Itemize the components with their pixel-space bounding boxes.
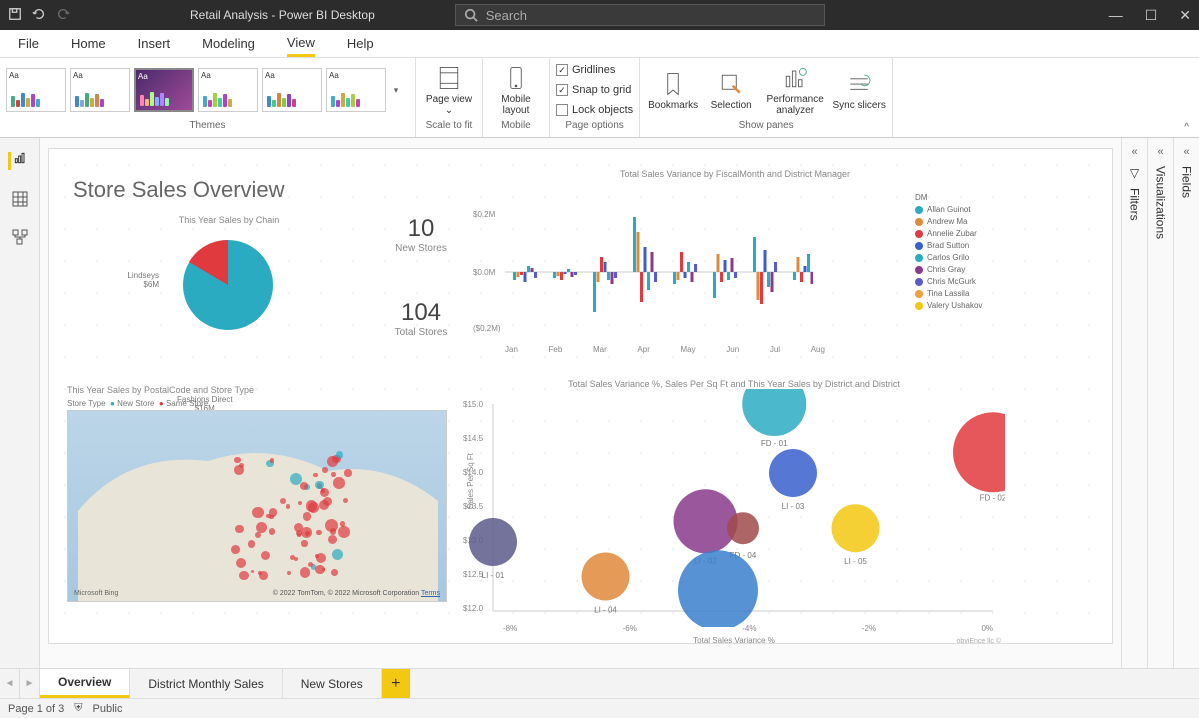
report-page: Store Sales Overview This Year Sales by … [48, 148, 1113, 644]
maximize-button[interactable]: ☐ [1145, 7, 1158, 24]
title-bar: Retail Analysis - Power BI Desktop Searc… [0, 0, 1199, 30]
workspace: Store Sales Overview This Year Sales by … [0, 138, 1199, 668]
svg-text:LI - 03: LI - 03 [782, 502, 805, 511]
app-title: Retail Analysis - Power BI Desktop [190, 8, 375, 22]
redo-icon[interactable] [56, 7, 70, 24]
svg-text:LI - 01: LI - 01 [482, 571, 505, 580]
svg-text:LI - 05: LI - 05 [844, 557, 867, 566]
page-tabs: ◄ ► Overview District Monthly Sales New … [0, 668, 1199, 698]
menu-bar: File Home Insert Modeling View Help [0, 30, 1199, 58]
mobile-layout-button[interactable]: Mobile layout [489, 64, 543, 116]
svg-text:$12.0: $12.0 [463, 604, 484, 613]
dm-legend: DM Allan GuinotAndrew MaAnnelie ZubarBra… [915, 193, 1005, 313]
collapse-ribbon-button[interactable]: ^ [1174, 118, 1199, 137]
svg-text:($0.2M): ($0.2M) [473, 324, 501, 333]
performance-button[interactable]: Performance analyzer [762, 64, 828, 116]
left-nav-rail [0, 138, 40, 668]
report-view-button[interactable] [8, 152, 26, 170]
lock-checkbox[interactable]: Lock objects [556, 104, 633, 116]
svg-text:FD - 01: FD - 01 [761, 439, 788, 448]
page-view-button[interactable]: Page view ⌄ [422, 64, 476, 116]
themes-dropdown[interactable]: ▾ [390, 85, 402, 96]
menu-view[interactable]: View [287, 31, 315, 57]
save-icon[interactable] [8, 7, 22, 24]
svg-text:$12.5: $12.5 [463, 570, 484, 579]
undo-icon[interactable] [32, 7, 46, 24]
tab-next[interactable]: ► [20, 669, 40, 698]
tab-overview[interactable]: Overview [40, 669, 130, 698]
search-placeholder: Search [486, 8, 527, 23]
tab-district[interactable]: District Monthly Sales [130, 669, 282, 698]
scatter-visual[interactable]: Total Sales Variance %, Sales Per Sq Ft … [463, 379, 1005, 637]
minimize-button[interactable]: — [1109, 7, 1123, 23]
sensitivity-label: Public [93, 703, 123, 715]
search-input[interactable]: Search [455, 4, 825, 26]
data-view-button[interactable] [11, 190, 29, 208]
filters-pane[interactable]: «▽Filters [1121, 138, 1147, 668]
fields-pane[interactable]: «Fields [1173, 138, 1199, 668]
right-panes: «▽Filters «Visualizations «Fields [1121, 138, 1199, 668]
svg-text:$15.0: $15.0 [463, 400, 484, 409]
card-total-stores[interactable]: 104 Total Stores [381, 299, 461, 338]
svg-text:FD - 02: FD - 02 [980, 493, 1005, 502]
svg-text:LI - 04: LI - 04 [594, 606, 617, 615]
card-new-stores[interactable]: 10 New Stores [381, 215, 461, 254]
svg-text:$0.2M: $0.2M [473, 210, 496, 219]
report-canvas[interactable]: Store Sales Overview This Year Sales by … [40, 138, 1121, 668]
visualizations-pane[interactable]: «Visualizations [1147, 138, 1173, 668]
menu-modeling[interactable]: Modeling [202, 32, 255, 55]
gridlines-checkbox[interactable]: ✓Gridlines [556, 64, 615, 76]
menu-home[interactable]: Home [71, 32, 106, 55]
page-indicator: Page 1 of 3 [8, 703, 64, 715]
menu-insert[interactable]: Insert [138, 32, 171, 55]
tab-newstores[interactable]: New Stores [283, 669, 382, 698]
svg-text:$14.5: $14.5 [463, 434, 484, 443]
snap-checkbox[interactable]: ✓Snap to grid [556, 84, 631, 96]
close-button[interactable]: ✕ [1179, 7, 1191, 24]
themes-gallery[interactable]: Aa Aa Aa Aa Aa Aa ▾ [6, 62, 409, 118]
add-page-button[interactable]: + [382, 669, 410, 698]
bookmarks-button[interactable]: Bookmarks [646, 70, 700, 111]
svg-text:Sales Per Sq Ft: Sales Per Sq Ft [466, 452, 475, 509]
model-view-button[interactable] [11, 228, 29, 246]
sync-slicers-button[interactable]: Sync slicers [832, 70, 886, 111]
ribbon: Aa Aa Aa Aa Aa Aa ▾ Themes Page view ⌄ S… [0, 58, 1199, 138]
tab-prev[interactable]: ◄ [0, 669, 20, 698]
status-bar: Page 1 of 3 ⛨ Public [0, 698, 1199, 718]
map-visual[interactable]: This Year Sales by PostalCode and Store … [61, 385, 455, 629]
svg-text:$0.0M: $0.0M [473, 268, 496, 277]
themes-group-label: Themes [6, 118, 409, 133]
pie-visual[interactable]: This Year Sales by Chain Lindseys$6M Fas… [109, 215, 349, 348]
menu-help[interactable]: Help [347, 32, 374, 55]
menu-file[interactable]: File [18, 32, 39, 55]
bar-visual[interactable]: Total Sales Variance by FiscalMonth and … [465, 169, 1005, 359]
selection-button[interactable]: Selection [704, 70, 758, 111]
page-title: Store Sales Overview [73, 177, 285, 203]
sensitivity-icon[interactable]: ⛨ [74, 702, 82, 715]
